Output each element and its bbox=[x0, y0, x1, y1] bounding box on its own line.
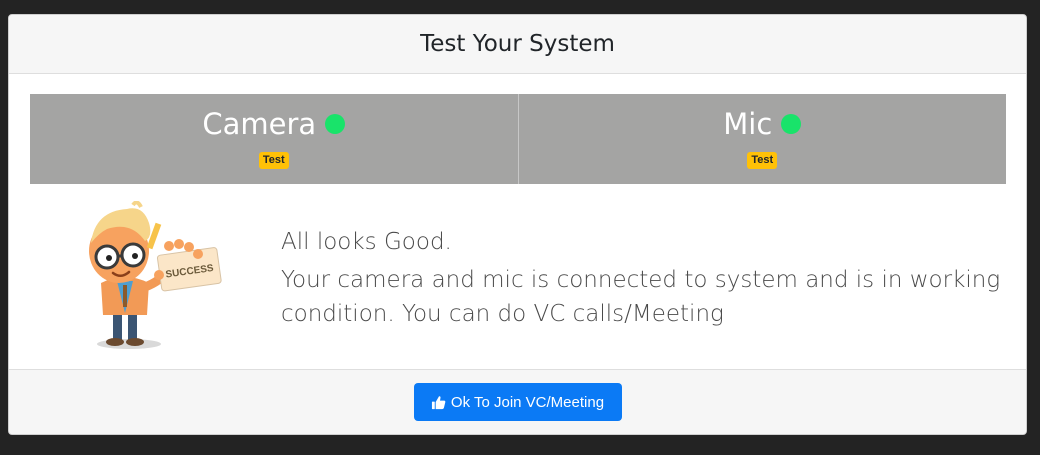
modal-header: Test Your System bbox=[9, 15, 1026, 74]
message-title: All looks Good. bbox=[281, 229, 452, 255]
device-name: Camera bbox=[202, 107, 317, 141]
device-name: Mic bbox=[723, 107, 773, 141]
modal-footer: Ok To Join VC/Meeting bbox=[9, 369, 1026, 434]
device-status-panel: Camera Test Mic Test bbox=[30, 94, 1006, 184]
device-mic: Mic Test bbox=[517, 94, 1006, 184]
ok-join-meeting-label: Ok To Join VC/Meeting bbox=[450, 393, 605, 411]
ok-join-meeting-button[interactable]: Ok To Join VC/Meeting bbox=[413, 383, 622, 421]
modal-title: Test Your System bbox=[420, 31, 615, 57]
test-mic-button[interactable]: Test bbox=[747, 152, 778, 169]
status-ok-icon bbox=[325, 114, 346, 134]
message-body: Your camera and mic is connected to syst… bbox=[281, 267, 1001, 327]
test-camera-button[interactable]: Test bbox=[258, 152, 289, 169]
test-system-modal: Test Your System Camera Test Mic Test SU… bbox=[8, 14, 1027, 435]
status-ok-icon bbox=[781, 114, 802, 134]
status-message: All looks Good. Your camera and mic is c… bbox=[281, 225, 1001, 331]
thumbs-up-icon bbox=[431, 395, 446, 409]
success-character-illustration: SUCCESS bbox=[61, 200, 231, 351]
device-camera: Camera Test bbox=[30, 94, 518, 184]
